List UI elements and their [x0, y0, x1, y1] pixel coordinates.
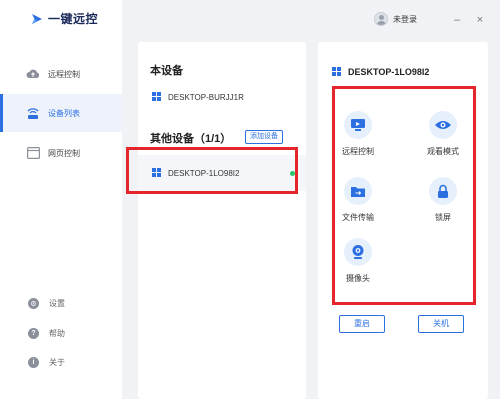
sidebar-item-web-control[interactable]: 网页控制 — [0, 134, 122, 172]
sidebar-item-label: 设备列表 — [48, 108, 80, 118]
sidebar-item-label: 远程控制 — [48, 69, 80, 79]
detail-device-name: DESKTOP-1LO98I2 — [348, 67, 430, 77]
remote-control-icon — [344, 111, 372, 139]
help-label: 帮助 — [49, 329, 65, 338]
sidebar-item-label: 网页控制 — [48, 148, 80, 158]
other-device-name: DESKTOP-1LO98I2 — [168, 168, 240, 178]
sidebar: 一键远控 远程控制 设备列表 网页控制 ⚙ 设置 ? 帮助 i 关于 — [0, 0, 122, 399]
gear-icon: ⚙ — [28, 298, 39, 309]
avatar — [374, 12, 388, 26]
other-devices-title: 其他设备（1/1） — [150, 133, 232, 145]
remote-control-button[interactable]: 远程控制 — [328, 111, 388, 157]
help-button[interactable]: ? 帮助 — [28, 328, 65, 339]
windows-icon — [152, 168, 162, 178]
login-status: 未登录 — [393, 14, 417, 24]
lock-icon — [429, 177, 457, 205]
about-button[interactable]: i 关于 — [28, 357, 65, 368]
close-button[interactable]: × — [474, 14, 486, 26]
watch-mode-button[interactable]: 观看模式 — [413, 111, 473, 157]
windows-icon — [332, 67, 342, 77]
func-label: 观看模式 — [427, 147, 459, 156]
func-label: 远程控制 — [342, 147, 374, 156]
camera-button[interactable]: 摄像头 — [328, 238, 388, 284]
restart-button[interactable]: 重启 — [339, 315, 385, 333]
lock-screen-button[interactable]: 锁屏 — [413, 177, 473, 223]
local-device-row[interactable]: DESKTOP-BURJJ1R — [152, 92, 244, 102]
sidebar-item-remote-control[interactable]: 远程控制 — [0, 55, 122, 93]
folder-icon — [344, 177, 372, 205]
add-device-button[interactable]: 添加设备 — [245, 130, 283, 144]
online-status-dot — [290, 171, 295, 176]
eye-icon — [429, 111, 457, 139]
camera-icon — [344, 238, 372, 266]
func-label: 文件传输 — [342, 213, 374, 222]
sidebar-item-device-list[interactable]: 设备列表 — [0, 94, 122, 132]
about-label: 关于 — [49, 358, 65, 367]
device-list-icon — [26, 106, 40, 120]
webpage-icon — [26, 146, 40, 160]
device-list-panel: 本设备 DESKTOP-BURJJ1R 其他设备（1/1） 添加设备 DESKT… — [138, 42, 306, 399]
device-row: DESKTOP-1LO98I2 — [152, 168, 239, 178]
local-device-title: 本设备 — [150, 65, 183, 77]
local-device-name: DESKTOP-BURJJ1R — [168, 92, 244, 102]
app-logo: 一键远控 — [30, 10, 98, 27]
cloud-icon — [26, 67, 40, 81]
settings-button[interactable]: ⚙ 设置 — [28, 298, 65, 309]
help-icon: ? — [28, 328, 39, 339]
file-transfer-button[interactable]: 文件传输 — [328, 177, 388, 223]
user-login-area[interactable]: 未登录 — [374, 12, 417, 26]
detail-header: DESKTOP-1LO98I2 — [332, 67, 429, 77]
func-label: 锁屏 — [435, 213, 451, 222]
app-name: 一键远控 — [48, 12, 99, 26]
logo-icon — [32, 13, 42, 24]
shutdown-button[interactable]: 关机 — [418, 315, 464, 333]
func-label: 摄像头 — [346, 274, 370, 283]
windows-icon — [152, 92, 162, 102]
settings-label: 设置 — [49, 299, 65, 308]
info-icon: i — [28, 357, 39, 368]
device-detail-panel: DESKTOP-1LO98I2 远程控制 观看模式 文件传输 锁屏 摄像头 重启… — [318, 42, 488, 399]
minimize-button[interactable]: – — [451, 14, 463, 26]
other-device-item[interactable]: DESKTOP-1LO98I2 — [138, 155, 306, 191]
